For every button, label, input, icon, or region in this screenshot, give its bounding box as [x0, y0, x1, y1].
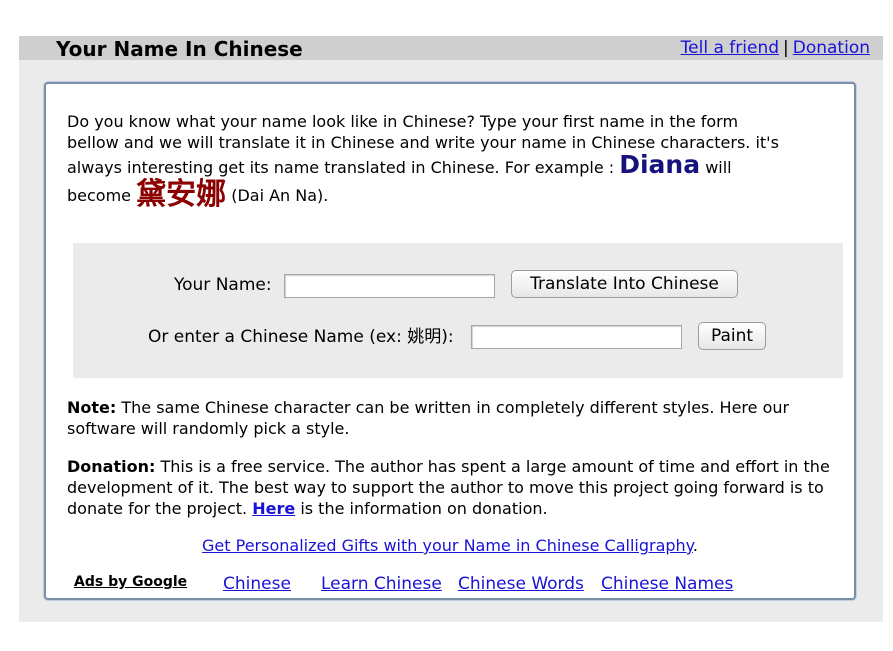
intro-line-3-end: will	[705, 158, 732, 177]
example-pinyin: (Dai An Na).	[231, 186, 329, 205]
main-panel: Do you know what your name look like in …	[44, 82, 856, 600]
intro-line-1: Do you know what your name look like in …	[67, 112, 739, 131]
intro-line-4: become 黛安娜 (Dai An Na).	[67, 180, 847, 210]
donation-link[interactable]: Donation	[793, 38, 870, 58]
intro-text: Do you know what your name look like in …	[67, 111, 847, 210]
site-title: Your Name In Chinese	[56, 37, 303, 61]
donation-title: Donation:	[67, 457, 156, 476]
ads-by-google-link[interactable]: Ads by Google	[74, 574, 187, 590]
tell-a-friend-link[interactable]: Tell a friend	[681, 38, 779, 58]
ad-link-chinese-names[interactable]: Chinese Names	[601, 574, 733, 594]
donation-here-link[interactable]: Here	[252, 499, 295, 518]
note-title: Note:	[67, 398, 117, 417]
example-name: Diana	[619, 150, 701, 179]
personalized-gifts-link[interactable]: Get Personalized Gifts with your Name in…	[202, 536, 693, 555]
chinese-name-label: Or enter a Chinese Name (ex: 姚明):	[148, 327, 454, 347]
translate-form: Your Name: Translate Into Chinese Or ent…	[73, 243, 843, 378]
donation-text-end: is the information on donation.	[300, 499, 548, 518]
chinese-name-input[interactable]	[471, 325, 682, 349]
your-name-label: Your Name:	[174, 275, 272, 295]
note-paragraph: Note: The same Chinese character can be …	[67, 397, 847, 439]
ad-link-learn-chinese[interactable]: Learn Chinese	[321, 574, 442, 594]
intro-line-3-text: always interesting get its name translat…	[67, 158, 615, 177]
note-text: The same Chinese character can be writte…	[67, 398, 790, 438]
header-bar: Your Name In Chinese Tell a friend | Donat…	[19, 36, 883, 61]
gifts-line: Get Personalized Gifts with your Name in…	[46, 536, 854, 555]
ad-link-chinese[interactable]: Chinese	[223, 574, 291, 594]
ad-link-chinese-words[interactable]: Chinese Words	[458, 574, 584, 594]
your-name-input[interactable]	[284, 274, 495, 298]
donation-paragraph: Donation: This is a free service. The au…	[67, 456, 847, 519]
gifts-period: .	[692, 536, 698, 555]
intro-line-2: bellow and we will translate it in Chine…	[67, 133, 779, 152]
page-container: Your Name In Chinese Tell a friend | Donat…	[19, 36, 883, 622]
header-links: Tell a friend | Donation	[681, 37, 870, 59]
intro-line-3: always interesting get its name translat…	[67, 152, 847, 178]
intro-line-4-text: become	[67, 186, 132, 205]
example-chinese-characters: 黛安娜	[136, 177, 227, 212]
header-separator: |	[783, 38, 789, 58]
translate-into-chinese-button[interactable]: Translate Into Chinese	[511, 270, 738, 298]
paint-button[interactable]: Paint	[698, 322, 766, 350]
